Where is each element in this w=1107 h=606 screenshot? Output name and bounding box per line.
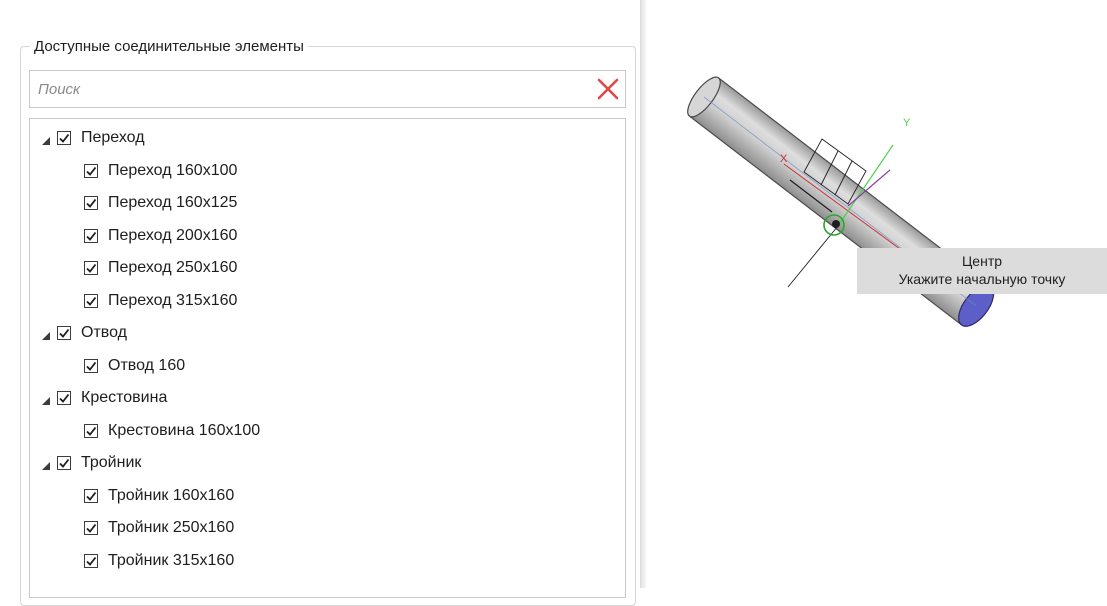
- checkbox[interactable]: [57, 326, 71, 340]
- elements-tree[interactable]: Переход Переход 160x100 Переход 160x125 Пер…: [29, 118, 626, 598]
- checkmark-icon: [59, 458, 70, 468]
- checkmark-icon: [86, 556, 97, 566]
- checkbox[interactable]: [57, 131, 71, 145]
- checkbox[interactable]: [57, 391, 71, 405]
- checkmark-icon: [86, 426, 97, 436]
- tree-group-item[interactable]: Переход: [41, 122, 145, 154]
- axis-x-label: X: [780, 153, 788, 165]
- scene-canvas: X Y: [687, 76, 995, 327]
- tree-leaf-item[interactable]: Переход 315x160: [84, 285, 237, 317]
- tree-leaf-item[interactable]: Отвод 160: [84, 350, 185, 382]
- tooltip-title: Центр: [961, 253, 1003, 269]
- checkbox[interactable]: [84, 488, 98, 503]
- checkmark-icon: [86, 231, 97, 241]
- checkmark-icon: [59, 328, 70, 338]
- tree-item-label: Тройник 250x160: [108, 519, 235, 536]
- clear-search-button[interactable]: [595, 76, 621, 102]
- tree-item-label: Переход: [81, 129, 145, 146]
- tree-item-label: Переход 315x160: [108, 291, 238, 309]
- tree-item-label: Тройник 315x160: [108, 551, 235, 569]
- search-input[interactable]: [30, 71, 580, 107]
- search-box: [29, 70, 626, 108]
- tree-leaf-item[interactable]: Переход 160x100: [84, 155, 237, 187]
- expand-triangle-icon[interactable]: [41, 458, 51, 470]
- axis-y-label: Y: [903, 117, 911, 129]
- tree-item-label: Тройник: [81, 454, 142, 471]
- tree-leaf-item[interactable]: Тройник 250x160: [84, 512, 234, 544]
- tree-item-label: Крестовина 160x100: [108, 421, 261, 439]
- tree-leaf-item[interactable]: Тройник 160x160: [84, 480, 234, 512]
- tree-group-item[interactable]: Тройник: [41, 447, 141, 479]
- close-icon: [597, 78, 619, 100]
- tree-group-item[interactable]: Отвод: [41, 317, 127, 349]
- tree-leaf-item[interactable]: Тройник 315x160: [84, 545, 234, 577]
- tree-item-label: Тройник 160x160: [108, 486, 235, 504]
- tree-item-label: Переход 250x160: [108, 259, 238, 276]
- checkmark-icon: [86, 198, 97, 208]
- tree-leaf-item[interactable]: Переход 200x160: [84, 220, 237, 252]
- checkbox[interactable]: [84, 228, 98, 243]
- checkbox[interactable]: [84, 423, 98, 438]
- checkmark-icon: [86, 523, 97, 533]
- expand-triangle-icon[interactable]: [41, 133, 51, 145]
- checkbox[interactable]: [84, 293, 98, 308]
- tree-leaf-item[interactable]: Переход 160x125: [84, 187, 237, 219]
- expand-triangle-icon[interactable]: [41, 393, 51, 405]
- checkbox[interactable]: [84, 358, 98, 373]
- checkbox[interactable]: [84, 553, 98, 568]
- cursor-tooltip: Центр Укажите начальную точку: [857, 248, 1107, 294]
- checkbox[interactable]: [84, 261, 98, 275]
- checkbox[interactable]: [84, 521, 98, 535]
- connection-elements-panel: Доступные соединительные элементы Перехо…: [0, 0, 640, 606]
- checkmark-icon: [86, 263, 97, 273]
- checkbox[interactable]: [84, 163, 98, 178]
- checkmark-icon: [86, 361, 97, 371]
- checkmark-icon: [86, 166, 97, 176]
- checkbox[interactable]: [84, 196, 98, 210]
- tree-item-label: Крестовина: [81, 389, 168, 406]
- checkbox[interactable]: [57, 456, 71, 470]
- 3d-viewport[interactable]: X Y: [646, 0, 1107, 588]
- checkmark-icon: [59, 133, 70, 143]
- tree-leaf-item[interactable]: Крестовина 160x100: [84, 415, 260, 447]
- tree-leaf-item[interactable]: Переход 250x160: [84, 252, 237, 284]
- checkmark-icon: [86, 491, 97, 501]
- tree-item-label: Отвод 160: [108, 356, 186, 374]
- tree-group-item[interactable]: Крестовина: [41, 382, 167, 414]
- tree-item-label: Отвод: [81, 324, 127, 341]
- expand-triangle-icon[interactable]: [41, 328, 51, 340]
- checkmark-icon: [59, 393, 70, 403]
- tree-item-label: Переход 160x100: [108, 161, 238, 179]
- tree-item-label: Переход 200x160: [108, 226, 238, 244]
- checkmark-icon: [86, 296, 97, 306]
- group-title: Доступные соединительные элементы: [30, 38, 308, 55]
- tree-item-label: Переход 160x125: [108, 194, 238, 211]
- tooltip-prompt: Укажите начальную точку: [898, 271, 1066, 287]
